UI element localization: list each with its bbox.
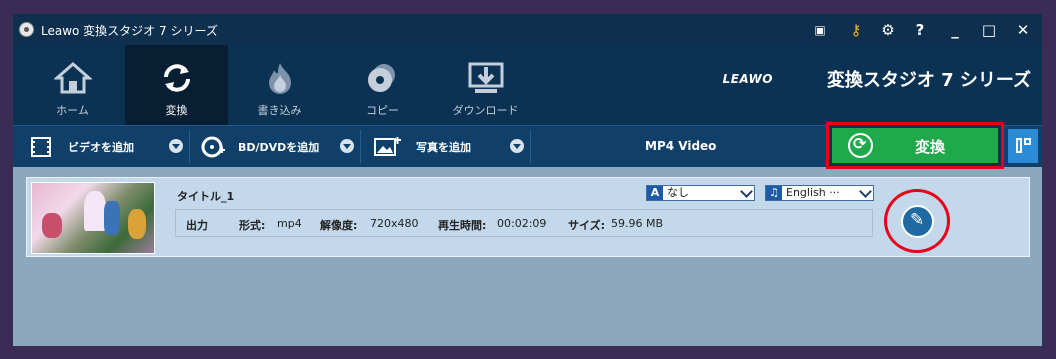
add-photo-dropdown[interactable]: [510, 139, 524, 153]
product-name: 変換スタジオ 7 シリーズ: [826, 70, 1031, 91]
edit-icon[interactable]: [901, 205, 934, 238]
music-note-icon: ♫: [766, 186, 782, 200]
download-icon: [468, 62, 504, 93]
output-label: 出力: [186, 219, 208, 232]
convert-icon: [164, 64, 190, 92]
duration-value: 00:02:09: [497, 217, 547, 230]
size-value: 59.96 MB: [611, 217, 664, 230]
add-video-label: ビデオを追加: [68, 141, 134, 154]
subtitle-select[interactable]: A なし: [646, 185, 755, 201]
nav-label: 変換: [165, 104, 188, 117]
main-nav: ホーム 変換 書き込み コピー ダウンロード LEAWO 変換スタジオ 7 シリ…: [13, 45, 1042, 125]
format-label: 形式:: [239, 219, 266, 232]
output-info: 出力 形式: mp4 解像度: 720x480 再生時間: 00:02:09 サ…: [175, 209, 873, 237]
minimize-button[interactable]: _: [945, 20, 965, 40]
disc-add-icon: [201, 136, 225, 158]
nav-download[interactable]: ダウンロード: [434, 45, 537, 125]
copy-disc-icon: [368, 64, 395, 92]
add-video-button[interactable]: ビデオを追加: [13, 126, 173, 167]
nav-home[interactable]: ホーム: [21, 45, 124, 125]
audio-track-value: English ···: [786, 186, 840, 199]
key-icon[interactable]: ⚷: [846, 20, 866, 40]
gear-icon[interactable]: ⚙: [878, 20, 898, 40]
chevron-down-icon: [740, 185, 753, 198]
screen-icon[interactable]: ▣: [810, 20, 830, 40]
subtitle-value: なし: [667, 186, 689, 199]
video-thumbnail: [31, 182, 155, 254]
convert-highlight: 変換: [826, 122, 1004, 169]
duration-label: 再生時間:: [438, 219, 487, 232]
maximize-button[interactable]: □: [979, 20, 999, 40]
add-bd-dvd-button[interactable]: BD/DVDを追加: [191, 126, 333, 167]
nav-label: 書き込み: [257, 104, 302, 117]
add-bd-dvd-label: BD/DVDを追加: [238, 141, 320, 154]
size-label: サイズ:: [568, 219, 606, 232]
flame-icon: [269, 63, 291, 94]
add-photo-label: 写真を追加: [416, 141, 471, 154]
leawo-logo-text: LEAWO: [722, 72, 773, 86]
chevron-down-icon: [859, 185, 872, 198]
resolution-label: 解像度:: [320, 219, 358, 232]
film-icon: [31, 137, 51, 157]
layout-toggle-icon[interactable]: [1008, 129, 1038, 163]
divider: [360, 130, 361, 163]
brand-logo: LEAWO 変換スタジオ 7 シリーズ: [723, 66, 1031, 92]
window-title: Leawo 変換スタジオ 7 シリーズ: [41, 24, 218, 38]
nav-copy[interactable]: コピー: [331, 45, 434, 125]
video-title: タイトル_1: [177, 190, 235, 203]
app-window: Leawo 変換スタジオ 7 シリーズ ▣ ⚷ ⚙ ? _ □ ✕ ホーム 変換: [13, 14, 1042, 346]
nav-burn[interactable]: 書き込み: [228, 45, 331, 125]
subtitle-icon: A: [647, 186, 663, 200]
add-photo-button[interactable]: 写真を追加: [362, 126, 502, 167]
edit-highlight: [884, 189, 950, 253]
output-profile-selector[interactable]: MP4 Video: [645, 139, 716, 153]
format-value: mp4: [277, 217, 302, 230]
divider: [189, 130, 190, 163]
title-bar: Leawo 変換スタジオ 7 シリーズ ▣ ⚷ ⚙ ? _ □ ✕: [13, 14, 1042, 45]
nav-label: ダウンロード: [452, 104, 519, 117]
add-bd-dropdown[interactable]: [340, 139, 354, 153]
nav-convert[interactable]: 変換: [125, 45, 228, 125]
nav-label: ホーム: [56, 104, 89, 117]
divider: [530, 130, 531, 163]
resolution-value: 720x480: [370, 217, 419, 230]
audio-track-select[interactable]: ♫ English ···: [765, 185, 874, 201]
help-icon[interactable]: ?: [910, 20, 930, 40]
home-icon: [54, 62, 92, 94]
close-button[interactable]: ✕: [1013, 20, 1033, 40]
convert-button[interactable]: 変換: [832, 128, 998, 163]
video-item[interactable]: タイトル_1 A なし ♫ English ··· 出力 形式: mp4 解像度…: [26, 177, 1030, 257]
add-video-dropdown[interactable]: [169, 139, 183, 153]
app-reel-icon: [19, 22, 34, 37]
photo-add-icon: [374, 137, 401, 156]
convert-label: 変換: [914, 138, 945, 156]
nav-label: コピー: [366, 104, 399, 117]
